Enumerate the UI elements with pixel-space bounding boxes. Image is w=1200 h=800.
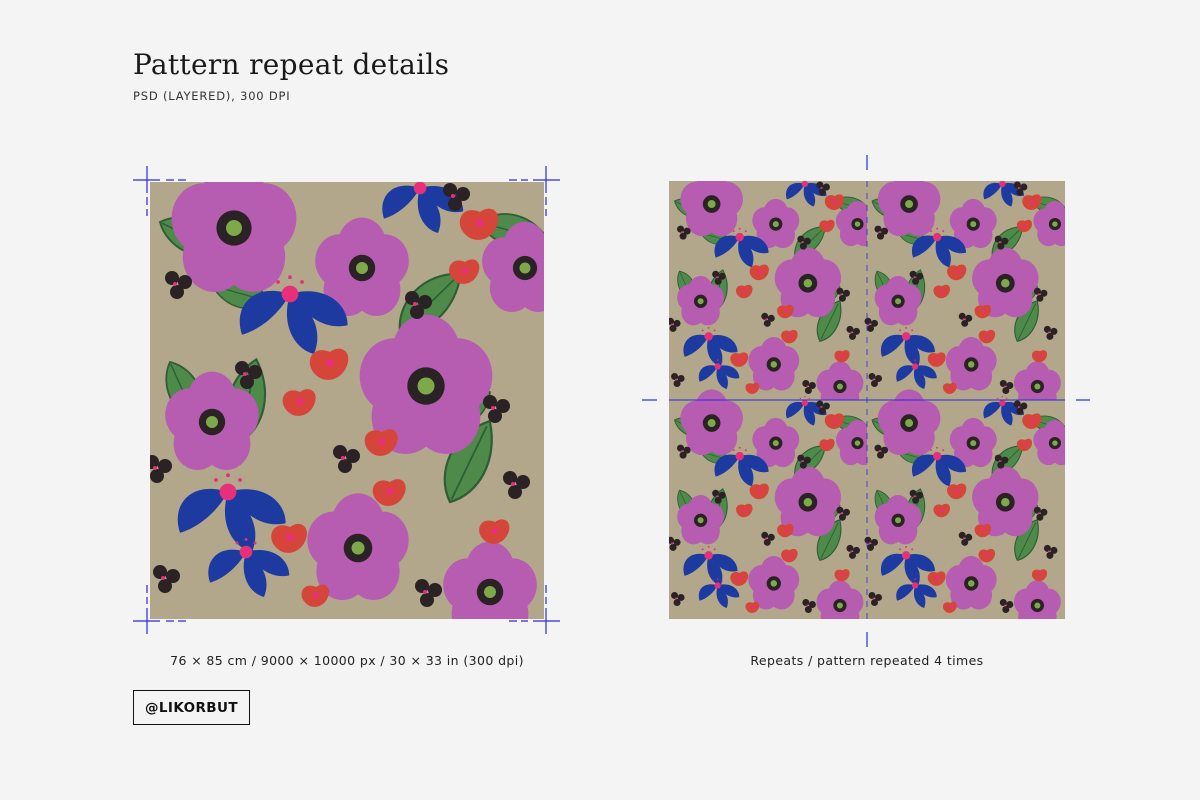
pattern-tile-single — [150, 182, 544, 619]
page-subtitle: PSD (LAYERED), 300 DPI — [133, 89, 291, 103]
floral-pattern-art — [150, 182, 544, 619]
floral-pattern-repeat-art — [669, 181, 1065, 619]
brand-badge: @LIKORBUT — [133, 690, 250, 725]
pattern-repeat-preview — [669, 181, 1065, 619]
page-title: Pattern repeat details — [133, 48, 450, 81]
repeat-preview-caption: Repeats / pattern repeated 4 times — [750, 653, 984, 668]
single-tile-caption: 76 × 85 cm / 9000 × 10000 px / 30 × 33 i… — [170, 653, 524, 668]
